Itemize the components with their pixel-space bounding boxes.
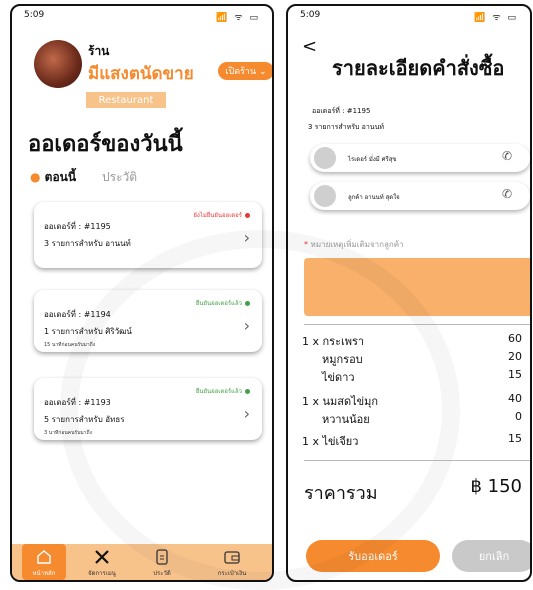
total-label: ราคารวม xyxy=(304,483,378,504)
tab-now-label: ตอนนี้ xyxy=(44,170,77,184)
divider xyxy=(304,324,530,325)
order-status: ยืนยันออเดอร์แล้ว xyxy=(196,386,250,396)
restaurant-badge: Restaurant xyxy=(86,92,166,108)
order-item-option: หมูกรอบ xyxy=(322,353,363,366)
order-id: ออเดอร์ที่ : #1194 xyxy=(44,310,111,319)
status-time: 5:09 xyxy=(24,10,45,20)
total-value: ฿ 150 xyxy=(470,476,522,497)
rider-avatar xyxy=(314,147,336,169)
order-id: ออเดอร์ที่ : #1195 xyxy=(312,107,371,115)
order-eta: 15 นาทีก่อนคนรับมาถึง xyxy=(44,342,96,348)
customer-name: ลูกค้า อานนท์ สุดใจ xyxy=(348,194,400,201)
note-label-text: หมายเหตุเพิ่มเติมจากลูกค้า xyxy=(310,240,404,249)
order-id: ออเดอร์ที่ : #1195 xyxy=(44,222,111,231)
order-status: ยืนยันออเดอร์แล้ว xyxy=(196,298,250,308)
nav-history-label: ประวัติ xyxy=(153,570,171,577)
nav-menu[interactable]: จัดการเมนู xyxy=(76,548,128,578)
item-price: 40 xyxy=(508,392,522,405)
document-icon xyxy=(156,549,168,565)
nav-home-label: หน้าหลัก xyxy=(32,570,56,577)
status-icons: 📶 ᯤ ▭ xyxy=(474,13,518,23)
chevron-right-icon: › xyxy=(243,228,250,247)
status-dot-icon xyxy=(245,388,250,394)
order-item: 1 x กระเพรา xyxy=(302,335,365,348)
order-status-label: ยืนยันออเดอร์แล้ว xyxy=(195,388,242,395)
customer-avatar xyxy=(314,185,336,207)
shop-avatar xyxy=(34,40,82,88)
tab-history[interactable]: ประวัติ xyxy=(102,168,137,187)
home-icon xyxy=(37,550,51,564)
nav-home[interactable]: หน้าหลัก xyxy=(18,544,70,580)
active-dot-icon: ● xyxy=(30,170,45,184)
nav-history[interactable]: ประวัติ xyxy=(136,548,188,578)
order-item: 1 x ไข่เจียว xyxy=(302,435,359,448)
item-price: 20 xyxy=(508,350,522,363)
rider-name: ไรเดอร์ มั่งมี ศรีสุข xyxy=(348,156,397,163)
item-price: 60 xyxy=(508,332,522,345)
divider xyxy=(304,460,530,461)
order-id: ออเดอร์ที่ : #1193 xyxy=(44,398,111,407)
nav-wallet[interactable]: กระเป๋าเงิน xyxy=(206,548,258,578)
wallet-icon xyxy=(224,551,240,564)
phone-icon[interactable]: ✆ xyxy=(502,149,512,163)
order-summary: 3 รายการสำหรับ อานนท์ xyxy=(308,123,384,131)
customer-note-box xyxy=(304,258,530,316)
chevron-right-icon: › xyxy=(243,404,250,423)
rider-contact: ไรเดอร์ มั่งมี ศรีสุข ✆ xyxy=(310,144,530,172)
phone-icon[interactable]: ✆ xyxy=(502,187,512,201)
order-item-option: หวานน้อย xyxy=(322,413,370,426)
back-arrow-icon[interactable]: < xyxy=(302,36,317,57)
shop-name: มีแสงตนัดขาย xyxy=(88,64,194,84)
order-detail-screen: 5:09 📶 ᯤ ▭ < รายละเอียดคำสั่งซื้อ ออเดอร… xyxy=(286,4,532,582)
bottom-nav: หน้าหลัก จัดการเมนู ประวัติ กระเป๋าเงิน xyxy=(12,544,272,580)
status-dot-icon xyxy=(245,300,250,306)
nav-wallet-label: กระเป๋าเงิน xyxy=(217,570,247,577)
page-title: ออเดอร์ของวันนี้ xyxy=(28,132,183,157)
status-icons: 📶 ᯤ ▭ xyxy=(216,13,260,23)
accept-order-button[interactable]: รับออเดอร์ xyxy=(306,540,440,572)
order-summary: 1 รายการสำหรับ ศิริวัฒน์ xyxy=(44,327,132,336)
customer-contact: ลูกค้า อานนท์ สุดใจ ✆ xyxy=(310,182,530,210)
order-status: ยังไม่ยืนยันออเดอร์ xyxy=(193,210,250,220)
status-dot-icon xyxy=(245,212,250,218)
status-time: 5:09 xyxy=(300,10,321,20)
nav-menu-label: จัดการเมนู xyxy=(88,570,116,577)
shop-label: ร้าน xyxy=(88,44,110,58)
order-status-label: ยังไม่ยืนยันออเดอร์ xyxy=(193,212,242,219)
order-card[interactable]: ยืนยันออเดอร์แล้ว ออเดอร์ที่ : #1193 5 ร… xyxy=(34,378,262,440)
home-screen: 5:09 📶 ᯤ ▭ ร้าน มีแสงตนัดขาย เปิดร้าน ⌄ … xyxy=(10,4,274,582)
chevron-right-icon: › xyxy=(243,316,250,335)
status-bar: 5:09 📶 ᯤ ▭ xyxy=(24,10,260,24)
order-eta: 3 นาทีก่อนคนรับมาถึง xyxy=(44,430,92,436)
item-price: 15 xyxy=(508,368,522,381)
note-label: * หมายเหตุเพิ่มเติมจากลูกค้า xyxy=(304,238,404,251)
item-price: 0 xyxy=(515,410,522,423)
order-item-option: ไข่ดาว xyxy=(322,371,355,384)
item-price: 15 xyxy=(508,432,522,445)
order-item: 1 x นมสดไข่มุก xyxy=(302,395,379,408)
order-card[interactable]: ยืนยันออเดอร์แล้ว ออเดอร์ที่ : #1194 1 ร… xyxy=(34,290,262,352)
tab-now[interactable]: ● ตอนนี้ xyxy=(30,168,76,187)
cancel-button[interactable]: ยกเลิก xyxy=(452,540,530,572)
order-status-label: ยืนยันออเดอร์แล้ว xyxy=(195,300,242,307)
page-title: รายละเอียดคำสั่งซื้อ xyxy=(332,56,505,80)
status-bar: 5:09 📶 ᯤ ▭ xyxy=(300,10,518,24)
utensils-icon xyxy=(95,550,109,564)
open-shop-button[interactable]: เปิดร้าน ⌄ xyxy=(218,62,272,80)
order-summary: 5 รายการสำหรับ อัทธร xyxy=(44,415,125,424)
order-summary: 3 รายการสำหรับ อานนท์ xyxy=(44,239,131,248)
order-card[interactable]: ยังไม่ยืนยันออเดอร์ ออเดอร์ที่ : #1195 3… xyxy=(34,202,262,268)
